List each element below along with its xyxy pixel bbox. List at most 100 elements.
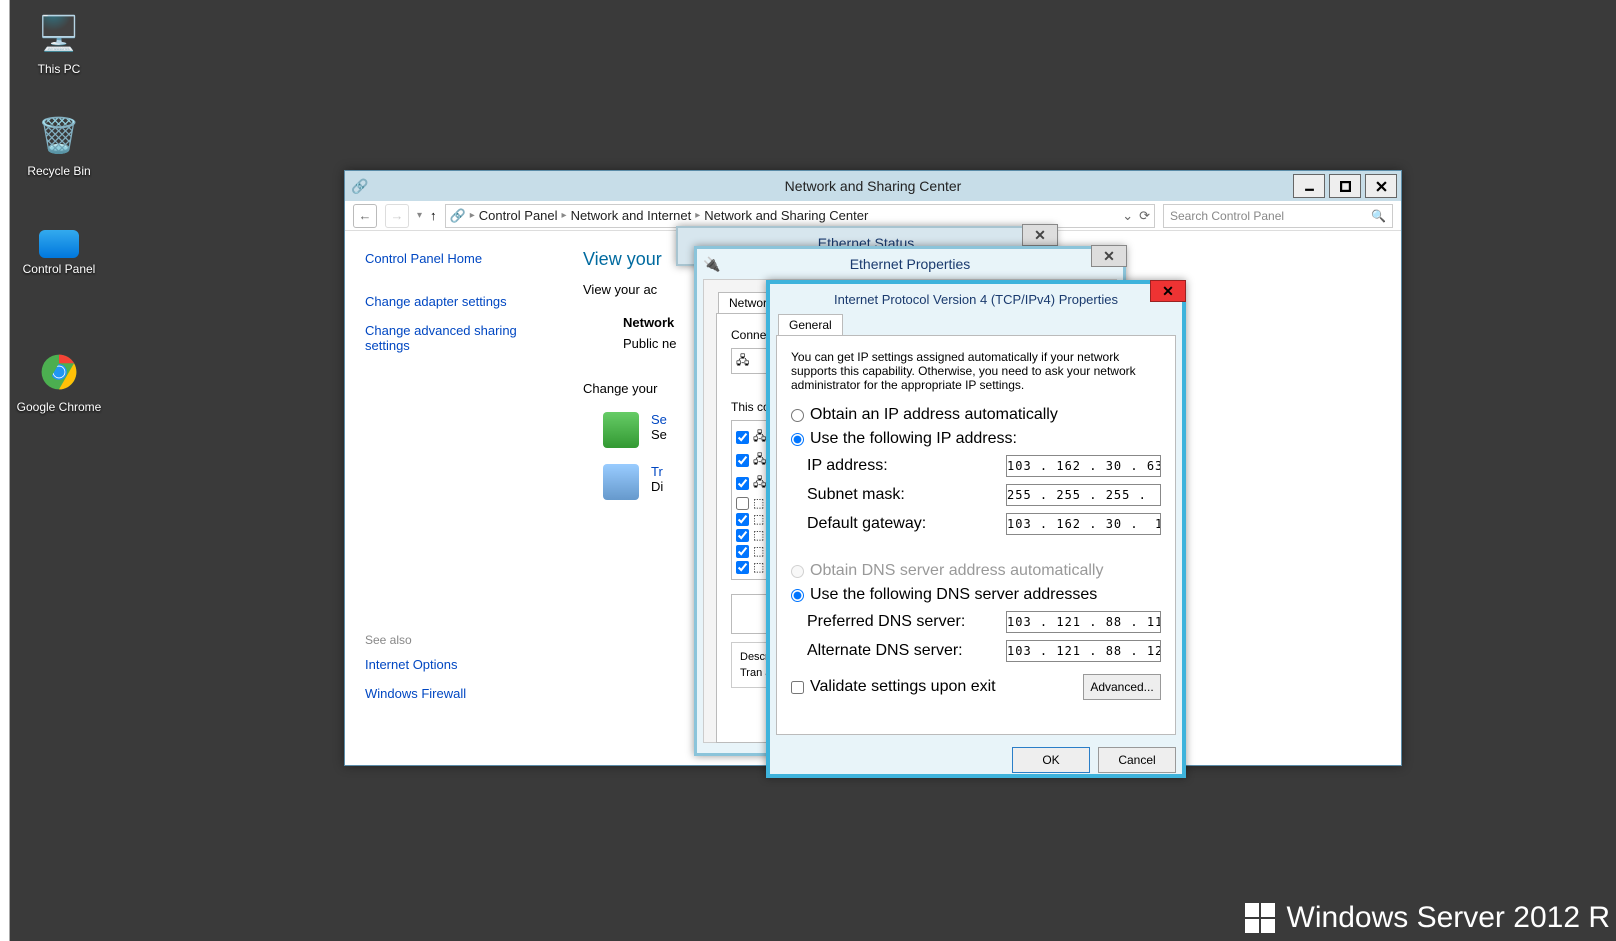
subnet-mask-input[interactable] xyxy=(1006,484,1161,506)
chrome-icon xyxy=(35,348,83,396)
preferred-dns-input[interactable] xyxy=(1006,611,1161,633)
desktop-icon-label: Recycle Bin xyxy=(14,164,104,178)
ip-address-label: IP address: xyxy=(807,457,1006,475)
ip-address-input[interactable] xyxy=(1006,455,1161,477)
protocol-icon: ⬚ xyxy=(753,544,764,558)
crumb[interactable]: Network and Internet xyxy=(571,208,692,223)
back-button[interactable]: ← xyxy=(353,204,377,228)
crumb[interactable]: Network and Sharing Center xyxy=(704,208,868,223)
chevron-right-icon: ▸ xyxy=(695,210,700,221)
search-input[interactable]: Search Control Panel 🔍 xyxy=(1163,204,1393,228)
dialog-title[interactable]: 🔌 Ethernet Properties ✕ xyxy=(697,249,1123,279)
link-change-advanced-sharing[interactable]: Change advanced sharing settings xyxy=(365,323,545,353)
link-change-adapter[interactable]: Change adapter settings xyxy=(365,294,545,309)
chevron-down-icon[interactable]: ⌄ xyxy=(1122,208,1133,224)
desktop-icon-this-pc[interactable]: 🖥️ This PC xyxy=(14,10,104,76)
radio-label: Obtain an IP address automatically xyxy=(810,406,1058,424)
tab-general[interactable]: General xyxy=(778,314,843,335)
radio-auto-ip[interactable]: Obtain an IP address automatically xyxy=(791,406,1161,424)
protocol-checkbox[interactable] xyxy=(736,497,749,510)
link-setup-connection[interactable]: Se xyxy=(651,412,667,427)
radio-input xyxy=(791,565,804,578)
protocol-checkbox[interactable] xyxy=(736,545,749,558)
window-title: Network and Sharing Center xyxy=(345,178,1401,194)
protocol-icon: 🖧 xyxy=(753,427,766,448)
up-button[interactable]: ↑ xyxy=(430,208,437,223)
crumb[interactable]: Control Panel xyxy=(479,208,558,223)
side-panel: Control Panel Home Change adapter settin… xyxy=(345,231,565,765)
radio-label: Obtain DNS server address automatically xyxy=(810,562,1103,580)
default-gateway-input[interactable] xyxy=(1006,513,1161,535)
titlebar[interactable]: 🔗 Network and Sharing Center xyxy=(345,171,1401,201)
dialog-title-text: Internet Protocol Version 4 (TCP/IPv4) P… xyxy=(834,292,1118,307)
maximize-button[interactable] xyxy=(1329,174,1361,198)
protocol-icon: ⬚ xyxy=(753,496,764,510)
minimize-button[interactable] xyxy=(1293,174,1325,198)
close-button[interactable]: ✕ xyxy=(1150,280,1186,302)
os-watermark: Windows Server 2012 R xyxy=(1245,901,1610,935)
protocol-icon: ⬚ xyxy=(753,528,764,542)
subnet-mask-label: Subnet mask: xyxy=(807,486,1006,504)
protocol-checkbox[interactable] xyxy=(736,431,749,444)
watermark-text: Windows Server 2012 R xyxy=(1287,901,1610,935)
forward-button[interactable]: → xyxy=(385,204,409,228)
protocol-checkbox[interactable] xyxy=(736,477,749,490)
validate-checkbox[interactable] xyxy=(791,681,804,694)
dropdown-arrow-icon[interactable]: ▾ xyxy=(417,210,422,221)
radio-label: Use the following DNS server addresses xyxy=(810,586,1097,604)
chevron-right-icon: ▸ xyxy=(470,210,475,221)
validate-settings-row[interactable]: Validate settings upon exit Advanced... xyxy=(791,674,1161,700)
pc-icon: 🖥️ xyxy=(35,10,83,58)
desktop-icon-control-panel[interactable]: Control Panel xyxy=(14,230,104,276)
setup-connection-icon xyxy=(603,412,639,448)
setup-connection-desc: Se xyxy=(651,427,667,442)
left-window-sliver xyxy=(0,0,10,941)
ethernet-icon: 🔌 xyxy=(703,256,720,273)
radio-input[interactable] xyxy=(791,589,804,602)
link-control-panel-home[interactable]: Control Panel Home xyxy=(365,251,545,266)
radio-use-dns[interactable]: Use the following DNS server addresses xyxy=(791,586,1161,604)
protocol-checkbox[interactable] xyxy=(736,561,749,574)
chevron-right-icon: ▸ xyxy=(562,210,567,221)
adapter-icon: 🖧 xyxy=(736,351,749,372)
protocol-checkbox[interactable] xyxy=(736,454,749,467)
see-also-heading: See also xyxy=(365,633,545,647)
desktop-icon-label: Control Panel xyxy=(14,262,104,276)
radio-label: Use the following IP address: xyxy=(810,430,1017,448)
refresh-icon[interactable]: ⟳ xyxy=(1139,208,1150,224)
troubleshoot-desc: Di xyxy=(651,479,663,494)
link-internet-options[interactable]: Internet Options xyxy=(365,657,545,672)
close-button[interactable]: ✕ xyxy=(1091,245,1127,267)
protocol-checkbox[interactable] xyxy=(736,529,749,542)
alternate-dns-input[interactable] xyxy=(1006,640,1161,662)
recycle-bin-icon: 🗑️ xyxy=(35,112,83,160)
desktop-icon-recycle-bin[interactable]: 🗑️ Recycle Bin xyxy=(14,112,104,178)
ok-button[interactable]: OK xyxy=(1012,747,1090,773)
radio-auto-dns: Obtain DNS server address automatically xyxy=(791,562,1161,580)
close-button[interactable]: ✕ xyxy=(1022,224,1058,246)
intro-text: You can get IP settings assigned automat… xyxy=(791,350,1161,392)
desktop-icon-label: Google Chrome xyxy=(14,400,104,414)
troubleshoot-icon xyxy=(603,464,639,500)
radio-use-ip[interactable]: Use the following IP address: xyxy=(791,430,1161,448)
protocol-icon: 🖧 xyxy=(753,450,766,471)
link-windows-firewall[interactable]: Windows Firewall xyxy=(365,686,545,701)
advanced-button[interactable]: Advanced... xyxy=(1083,674,1161,700)
default-gateway-label: Default gateway: xyxy=(807,515,1006,533)
protocol-checkbox[interactable] xyxy=(736,513,749,526)
breadcrumb-icon: 🔗 xyxy=(450,208,466,224)
search-placeholder: Search Control Panel xyxy=(1170,209,1284,223)
protocol-icon: 🖧 xyxy=(753,473,766,494)
desktop-icon-google-chrome[interactable]: Google Chrome xyxy=(14,348,104,414)
radio-input[interactable] xyxy=(791,409,804,422)
link-troubleshoot[interactable]: Tr xyxy=(651,464,663,479)
search-icon: 🔍 xyxy=(1371,209,1386,223)
desktop-icon-label: This PC xyxy=(14,62,104,76)
protocol-icon: ⬚ xyxy=(753,512,764,526)
cancel-button[interactable]: Cancel xyxy=(1098,747,1176,773)
close-button[interactable] xyxy=(1365,174,1397,198)
dialog-title[interactable]: Internet Protocol Version 4 (TCP/IPv4) P… xyxy=(770,284,1182,314)
network-icon: 🔗 xyxy=(351,178,371,195)
dialog-title-text: Ethernet Properties xyxy=(850,256,971,272)
radio-input[interactable] xyxy=(791,433,804,446)
